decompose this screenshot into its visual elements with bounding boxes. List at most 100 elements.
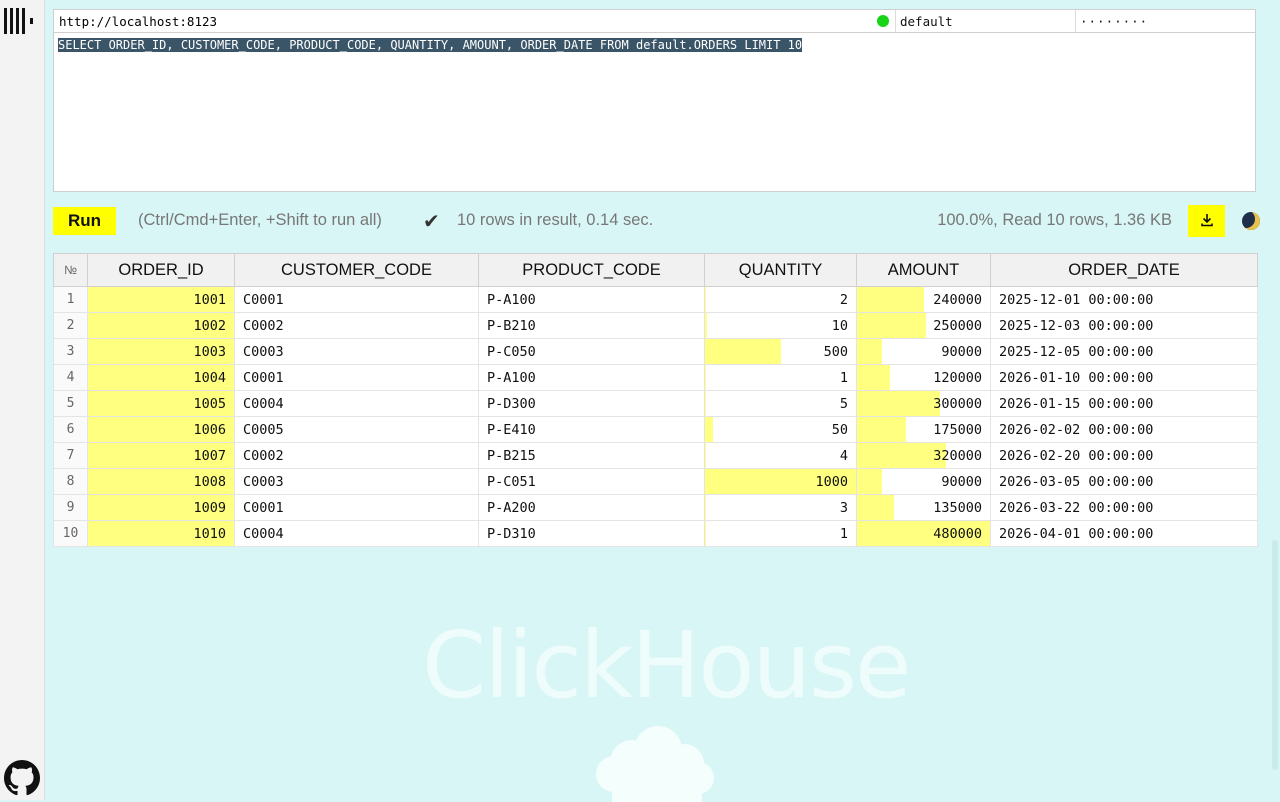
row-number-cell[interactable]: 4 <box>54 365 88 391</box>
order-date-cell-text: 2026-02-20 00:00:00 <box>991 448 1257 464</box>
order-id-cell-text: 1001 <box>88 292 234 308</box>
order-date-cell[interactable]: 2025-12-05 00:00:00 <box>991 339 1258 365</box>
amount-cell[interactable]: 240000 <box>857 287 991 313</box>
order-date-cell[interactable]: 2026-02-02 00:00:00 <box>991 417 1258 443</box>
customer-code-cell[interactable]: C0002 <box>235 443 479 469</box>
quantity-cell[interactable]: 10 <box>705 313 857 339</box>
order-date-cell[interactable]: 2026-01-15 00:00:00 <box>991 391 1258 417</box>
product-code-cell-text: P-A100 <box>479 292 704 308</box>
row-number-cell[interactable]: 3 <box>54 339 88 365</box>
amount-cell[interactable]: 250000 <box>857 313 991 339</box>
order-id-cell-text: 1009 <box>88 500 234 516</box>
amount-cell-text: 480000 <box>857 526 990 542</box>
row-number-cell[interactable]: 7 <box>54 443 88 469</box>
github-icon[interactable] <box>4 760 40 796</box>
table-row: 81008C0003P-C0511000900002026-03-05 00:0… <box>54 469 1258 495</box>
amount-cell[interactable]: 90000 <box>857 469 991 495</box>
order-id-cell[interactable]: 1008 <box>88 469 235 495</box>
product-code-cell[interactable]: P-A100 <box>479 287 705 313</box>
product-code-cell[interactable]: P-C050 <box>479 339 705 365</box>
customer-code-cell[interactable]: C0002 <box>235 313 479 339</box>
amount-cell[interactable]: 300000 <box>857 391 991 417</box>
product-code-cell[interactable]: P-B210 <box>479 313 705 339</box>
product-code-cell[interactable]: P-C051 <box>479 469 705 495</box>
order-id-cell[interactable]: 1005 <box>88 391 235 417</box>
amount-cell[interactable]: 480000 <box>857 521 991 547</box>
order-date-cell[interactable]: 2025-12-01 00:00:00 <box>991 287 1258 313</box>
row-number-cell[interactable]: 6 <box>54 417 88 443</box>
url-input[interactable] <box>54 13 877 30</box>
quantity-cell-text: 500 <box>705 344 856 360</box>
row-number-cell-text: 6 <box>54 422 87 437</box>
table-row: 21002C0002P-B210102500002025-12-03 00:00… <box>54 313 1258 339</box>
customer-code-cell[interactable]: C0004 <box>235 521 479 547</box>
customer-code-cell[interactable]: C0004 <box>235 391 479 417</box>
column-header-quantity: QUANTITY <box>705 254 857 287</box>
product-code-cell[interactable]: P-A100 <box>479 365 705 391</box>
customer-code-cell-text: C0004 <box>235 526 478 542</box>
password-input[interactable]: ········ <box>1075 10 1255 32</box>
customer-code-cell[interactable]: C0001 <box>235 365 479 391</box>
run-button[interactable]: Run <box>53 207 116 235</box>
order-id-cell[interactable]: 1002 <box>88 313 235 339</box>
connection-status-icon <box>877 15 889 27</box>
order-id-cell[interactable]: 1007 <box>88 443 235 469</box>
quantity-cell[interactable]: 500 <box>705 339 857 365</box>
product-code-cell[interactable]: P-B215 <box>479 443 705 469</box>
row-number-cell[interactable]: 1 <box>54 287 88 313</box>
product-code-cell[interactable]: P-A200 <box>479 495 705 521</box>
order-date-cell[interactable]: 2026-02-20 00:00:00 <box>991 443 1258 469</box>
quantity-cell[interactable]: 50 <box>705 417 857 443</box>
order-id-cell[interactable]: 1003 <box>88 339 235 365</box>
user-input[interactable]: default <box>895 10 1075 32</box>
quantity-cell[interactable]: 3 <box>705 495 857 521</box>
amount-cell[interactable]: 120000 <box>857 365 991 391</box>
order-date-cell-text: 2026-04-01 00:00:00 <box>991 526 1257 542</box>
download-button[interactable] <box>1188 205 1225 237</box>
order-date-cell-text: 2026-03-22 00:00:00 <box>991 500 1257 516</box>
quantity-cell[interactable]: 5 <box>705 391 857 417</box>
order-date-cell[interactable]: 2026-03-22 00:00:00 <box>991 495 1258 521</box>
order-date-cell[interactable]: 2025-12-03 00:00:00 <box>991 313 1258 339</box>
order-date-cell-text: 2026-01-15 00:00:00 <box>991 396 1257 412</box>
scrollbar[interactable] <box>1272 540 1278 770</box>
customer-code-cell[interactable]: C0001 <box>235 495 479 521</box>
order-id-cell[interactable]: 1009 <box>88 495 235 521</box>
quantity-cell[interactable]: 1 <box>705 521 857 547</box>
customer-code-cell[interactable]: C0003 <box>235 339 479 365</box>
read-stats: 100.0%, Read 10 rows, 1.36 KB <box>937 211 1172 230</box>
product-code-cell[interactable]: P-D300 <box>479 391 705 417</box>
row-number-cell[interactable]: 5 <box>54 391 88 417</box>
quantity-cell[interactable]: 4 <box>705 443 857 469</box>
row-number-cell[interactable]: 9 <box>54 495 88 521</box>
row-number-cell[interactable]: 10 <box>54 521 88 547</box>
amount-cell[interactable]: 135000 <box>857 495 991 521</box>
row-number-cell[interactable]: 8 <box>54 469 88 495</box>
query-text: SELECT ORDER_ID, CUSTOMER_CODE, PRODUCT_… <box>58 38 802 52</box>
order-id-cell[interactable]: 1010 <box>88 521 235 547</box>
customer-code-cell[interactable]: C0005 <box>235 417 479 443</box>
amount-cell[interactable]: 175000 <box>857 417 991 443</box>
order-date-cell[interactable]: 2026-01-10 00:00:00 <box>991 365 1258 391</box>
amount-cell[interactable]: 90000 <box>857 339 991 365</box>
amount-cell[interactable]: 320000 <box>857 443 991 469</box>
query-editor[interactable]: SELECT ORDER_ID, CUSTOMER_CODE, PRODUCT_… <box>53 33 1256 192</box>
order-id-cell-text: 1006 <box>88 422 234 438</box>
product-code-cell[interactable]: P-E410 <box>479 417 705 443</box>
customer-code-cell[interactable]: C0003 <box>235 469 479 495</box>
order-id-cell[interactable]: 1006 <box>88 417 235 443</box>
order-date-cell[interactable]: 2026-04-01 00:00:00 <box>991 521 1258 547</box>
order-date-cell[interactable]: 2026-03-05 00:00:00 <box>991 469 1258 495</box>
customer-code-cell-text: C0002 <box>235 448 478 464</box>
order-id-cell[interactable]: 1001 <box>88 287 235 313</box>
quantity-cell[interactable]: 2 <box>705 287 857 313</box>
theme-toggle-icon[interactable] <box>1242 212 1260 230</box>
quantity-cell[interactable]: 1000 <box>705 469 857 495</box>
customer-code-cell-text: C0004 <box>235 396 478 412</box>
product-code-cell[interactable]: P-D310 <box>479 521 705 547</box>
connection-bar: default ········ <box>53 9 1256 33</box>
row-number-cell[interactable]: 2 <box>54 313 88 339</box>
order-id-cell[interactable]: 1004 <box>88 365 235 391</box>
customer-code-cell[interactable]: C0001 <box>235 287 479 313</box>
quantity-cell[interactable]: 1 <box>705 365 857 391</box>
